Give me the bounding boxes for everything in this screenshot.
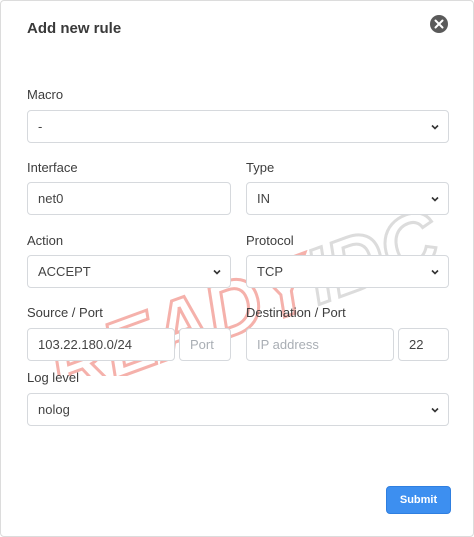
- close-icon[interactable]: [430, 15, 448, 33]
- log-level-value: nolog: [38, 402, 70, 417]
- dialog-title: Add new rule: [27, 20, 122, 37]
- destination-port-value: 22: [409, 337, 424, 352]
- chevron-down-icon: [431, 269, 439, 275]
- source-port-input[interactable]: Port: [179, 328, 231, 361]
- protocol-value: TCP: [257, 264, 283, 279]
- source-label: Source / Port: [27, 305, 103, 320]
- action-value: ACCEPT: [38, 264, 91, 279]
- chevron-down-icon: [431, 196, 439, 202]
- destination-port-input[interactable]: 22: [398, 328, 449, 361]
- interface-value: net0: [38, 191, 64, 206]
- type-select[interactable]: IN: [246, 182, 449, 215]
- macro-label: Macro: [27, 87, 64, 102]
- destination-ip-placeholder: IP address: [257, 337, 319, 352]
- log-level-select[interactable]: nolog: [27, 393, 449, 426]
- type-label: Type: [246, 160, 275, 175]
- action-select[interactable]: ACCEPT: [27, 255, 231, 288]
- macro-value: -: [38, 119, 43, 134]
- chevron-down-icon: [431, 407, 439, 413]
- add-rule-dialog: Add new rule READYIDC Macro - Interface …: [0, 0, 474, 537]
- source-port-placeholder: Port: [190, 337, 214, 352]
- source-ip-input[interactable]: 103.22.180.0/24: [27, 328, 175, 361]
- chevron-down-icon: [213, 269, 221, 275]
- macro-select[interactable]: -: [27, 110, 449, 143]
- interface-input[interactable]: net0: [27, 182, 231, 215]
- protocol-select[interactable]: TCP: [246, 255, 449, 288]
- log-level-label: Log level: [27, 370, 80, 385]
- submit-button[interactable]: Submit: [386, 486, 451, 514]
- interface-label: Interface: [27, 160, 78, 175]
- source-ip-value: 103.22.180.0/24: [38, 337, 132, 352]
- destination-label: Destination / Port: [246, 305, 346, 320]
- chevron-down-icon: [431, 124, 439, 130]
- type-value: IN: [257, 191, 270, 206]
- protocol-label: Protocol: [246, 233, 294, 248]
- action-label: Action: [27, 233, 64, 248]
- destination-ip-input[interactable]: IP address: [246, 328, 394, 361]
